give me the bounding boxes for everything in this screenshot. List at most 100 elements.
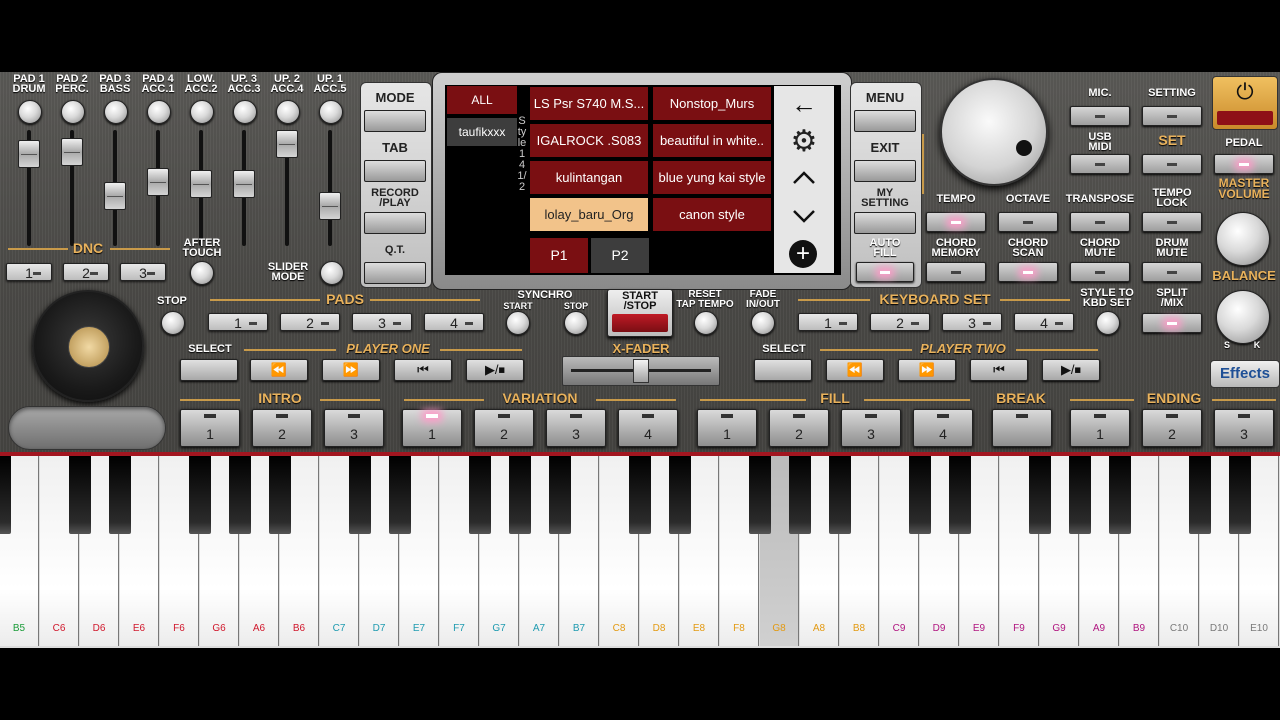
pedal-button[interactable]	[1214, 154, 1274, 174]
intro-button-2[interactable]: 2	[252, 409, 312, 447]
black-key-G#9[interactable]	[1069, 456, 1091, 534]
black-key-D#7[interactable]	[389, 456, 411, 534]
fader-cap[interactable]	[190, 170, 212, 198]
category-taufikxxx[interactable]: taufikxxx	[447, 118, 517, 146]
style-item-3[interactable]: IGALROCK .S083	[530, 124, 648, 157]
style-item-2[interactable]: Nonstop_Murs	[653, 87, 771, 120]
variation-button-2[interactable]: 2	[474, 409, 534, 447]
variation-button-3[interactable]: 3	[546, 409, 606, 447]
pad-knob-5[interactable]	[190, 100, 214, 124]
pad-knob-6[interactable]	[233, 100, 257, 124]
octave-button[interactable]	[998, 212, 1058, 232]
black-key-A#8[interactable]	[829, 456, 851, 534]
black-key-A#6[interactable]	[269, 456, 291, 534]
page-p1[interactable]: P1	[530, 238, 588, 273]
auto-fill-button[interactable]	[856, 262, 914, 282]
split-mix-button[interactable]	[1142, 313, 1202, 333]
black-key-C#7[interactable]	[349, 456, 371, 534]
data-dial[interactable]	[940, 78, 1048, 186]
fader-cap[interactable]	[18, 140, 40, 168]
player-two-play-stop[interactable]: ▶/⏹	[1042, 359, 1100, 381]
player-one-forward[interactable]: ⏩	[322, 359, 380, 381]
dnc-button-2[interactable]: 2	[63, 263, 109, 281]
black-key-C#9[interactable]	[909, 456, 931, 534]
pad-fader-4[interactable]	[147, 130, 169, 246]
kbd-set-button-3[interactable]: 3	[942, 313, 1002, 331]
chord-mute-button[interactable]	[1070, 262, 1130, 282]
pad-button-2[interactable]: 2	[280, 313, 340, 331]
pad-knob-7[interactable]	[276, 100, 300, 124]
pad-knob-4[interactable]	[147, 100, 171, 124]
pitch-bar[interactable]	[8, 406, 166, 450]
player-two-rewind[interactable]: ⏪	[826, 359, 884, 381]
style-item-5[interactable]: kulintangan	[530, 161, 648, 194]
master-volume-knob[interactable]	[1216, 212, 1270, 266]
black-key-D#9[interactable]	[949, 456, 971, 534]
category-all[interactable]: ALL	[447, 86, 517, 114]
break-button[interactable]	[992, 409, 1052, 447]
chord-scan-button[interactable]	[998, 262, 1058, 282]
ending-button-2[interactable]: 2	[1142, 409, 1202, 447]
menu-button[interactable]	[854, 110, 916, 132]
pad-fader-7[interactable]	[276, 130, 298, 246]
black-key-A#7[interactable]	[549, 456, 571, 534]
style-item-8[interactable]: canon style	[653, 198, 771, 231]
style-item-4[interactable]: beautiful in white..	[653, 124, 771, 157]
black-key-G#7[interactable]	[509, 456, 531, 534]
pad-fader-1[interactable]	[18, 130, 40, 246]
jog-wheel[interactable]	[32, 290, 144, 402]
qt-button[interactable]	[364, 262, 426, 284]
player-one-play-stop[interactable]: ▶/⏹	[466, 359, 524, 381]
variation-button-4[interactable]: 4	[618, 409, 678, 447]
black-key-C#6[interactable]	[69, 456, 91, 534]
pad-fader-5[interactable]	[190, 130, 212, 246]
black-key-F#8[interactable]	[749, 456, 771, 534]
kbd-set-button-1[interactable]: 1	[798, 313, 858, 331]
page-p2[interactable]: P2	[591, 238, 649, 273]
black-key-C#8[interactable]	[629, 456, 651, 534]
x-fader-slider[interactable]	[562, 356, 720, 386]
chevron-up-icon[interactable]	[792, 170, 816, 186]
black-key-F#6[interactable]	[189, 456, 211, 534]
fader-cap[interactable]	[147, 168, 169, 196]
fill-button-4[interactable]: 4	[913, 409, 973, 447]
variation-button-1[interactable]: 1	[402, 409, 462, 447]
set-button[interactable]	[1142, 154, 1202, 174]
style-item-1[interactable]: LS Psr S740 M.S...	[530, 87, 648, 120]
drum-mute-button[interactable]	[1142, 262, 1202, 282]
fill-button-3[interactable]: 3	[841, 409, 901, 447]
kbd-set-button-4[interactable]: 4	[1014, 313, 1074, 331]
black-key-G#8[interactable]	[789, 456, 811, 534]
player-two-prev[interactable]: ⏮	[970, 359, 1028, 381]
pad-knob-3[interactable]	[104, 100, 128, 124]
pad-knob-8[interactable]	[319, 100, 343, 124]
black-key-F#9[interactable]	[1029, 456, 1051, 534]
tempo-button[interactable]	[926, 212, 986, 232]
pads-stop-knob[interactable]	[161, 311, 185, 335]
pad-fader-8[interactable]	[319, 130, 341, 246]
balance-knob[interactable]	[1216, 290, 1270, 344]
record-play-button[interactable]	[364, 212, 426, 234]
pad-fader-2[interactable]	[61, 130, 83, 246]
player-one-select-button[interactable]	[180, 359, 238, 381]
fader-cap[interactable]	[104, 182, 126, 210]
chord-memory-button[interactable]	[926, 262, 986, 282]
dnc-button-1[interactable]: 1	[6, 263, 52, 281]
pad-knob-2[interactable]	[61, 100, 85, 124]
start-stop-button[interactable]: START /STOP	[607, 289, 673, 337]
black-key-G#6[interactable]	[229, 456, 251, 534]
black-key-D#10[interactable]	[1229, 456, 1251, 534]
black-key-F#7[interactable]	[469, 456, 491, 534]
intro-button-1[interactable]: 1	[180, 409, 240, 447]
usb-midi-button[interactable]	[1070, 154, 1130, 174]
back-arrow-icon[interactable]: ←	[788, 90, 820, 118]
kbd-set-button-2[interactable]: 2	[870, 313, 930, 331]
x-fader-handle[interactable]	[633, 359, 649, 383]
tempo-lock-button[interactable]	[1142, 212, 1202, 232]
fade-knob[interactable]	[751, 311, 775, 335]
setting-button[interactable]	[1142, 106, 1202, 126]
pad-fader-3[interactable]	[104, 130, 126, 246]
pad-fader-6[interactable]	[233, 130, 255, 246]
pad-knob-1[interactable]	[18, 100, 42, 124]
ending-button-3[interactable]: 3	[1214, 409, 1274, 447]
